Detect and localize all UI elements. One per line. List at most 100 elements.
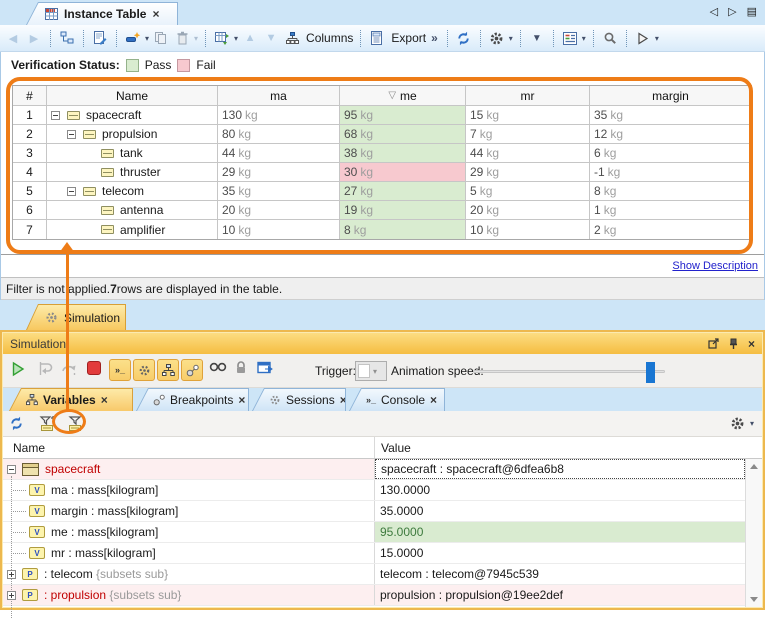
margin-cell[interactable]: 12kg	[590, 125, 751, 144]
mr-cell[interactable]: 44kg	[466, 144, 590, 163]
settings-caret-icon[interactable]: ▾	[750, 419, 754, 428]
row-name-cell[interactable]: spacecraft	[47, 106, 218, 125]
tab-breakpoints[interactable]: Breakpoints ×	[136, 388, 249, 411]
variable-row[interactable]: Vme : mass[kilogram] 95.0000	[3, 522, 745, 543]
tab-instance-table[interactable]: Instance Table ×	[26, 2, 178, 25]
header-ma[interactable]: ma	[218, 86, 340, 106]
tab-sessions[interactable]: Sessions ×	[252, 388, 346, 411]
ma-cell[interactable]: 130kg	[218, 106, 340, 125]
variables-toggle-button[interactable]	[157, 359, 179, 381]
console-toggle-button[interactable]: »_	[109, 359, 131, 381]
margin-cell[interactable]: 2kg	[590, 220, 751, 239]
scroll-tabs-left-icon[interactable]: ◁	[710, 5, 718, 18]
run-caret-icon[interactable]: ▾	[655, 34, 659, 43]
variable-row[interactable]: spacecraft spacecraft : spacecraft@6dfea…	[3, 459, 745, 480]
header-value[interactable]: Value	[375, 441, 762, 455]
variable-row[interactable]: Vmr : mass[kilogram] 15.0000	[3, 543, 745, 564]
ma-cell[interactable]: 35kg	[218, 182, 340, 201]
tab-variables[interactable]: Variables ×	[9, 388, 133, 411]
row-name-cell[interactable]: thruster	[47, 163, 218, 182]
ma-cell[interactable]: 44kg	[218, 144, 340, 163]
containment-tree-icon[interactable]	[58, 28, 76, 48]
row-name-cell[interactable]: tank	[47, 144, 218, 163]
variable-value[interactable]: telecom : telecom@7945c539	[375, 564, 745, 584]
slider-thumb[interactable]	[646, 362, 655, 383]
animation-speed-slider[interactable]	[473, 370, 665, 373]
header-mr[interactable]: mr	[466, 86, 590, 106]
pin-icon[interactable]	[729, 338, 738, 350]
table-row[interactable]: 5 telecom 35kg 27kg 5kg 8kg	[13, 182, 751, 201]
me-cell[interactable]: 19kg	[340, 201, 466, 220]
search-icon[interactable]	[601, 28, 619, 48]
header-num[interactable]: #	[13, 86, 47, 106]
close-icon[interactable]: ×	[238, 395, 245, 405]
breakpoints-toggle-button[interactable]	[181, 359, 203, 381]
variable-row[interactable]: P: propulsion {subsets sub} propulsion :…	[3, 585, 745, 606]
variable-value[interactable]: 95.0000	[375, 522, 745, 542]
mr-cell[interactable]: 7kg	[466, 125, 590, 144]
settings-gear-icon[interactable]	[730, 416, 745, 431]
ma-cell[interactable]: 10kg	[218, 220, 340, 239]
legend-icon[interactable]	[561, 28, 579, 48]
scroll-tabs-right-icon[interactable]: ▷	[728, 5, 736, 18]
header-name[interactable]: Name	[47, 86, 218, 106]
variable-value[interactable]: propulsion : propulsion@19ee2def	[375, 585, 745, 605]
me-cell[interactable]: 38kg	[340, 144, 466, 163]
row-name-cell[interactable]: antenna	[47, 201, 218, 220]
expand-icon[interactable]	[7, 591, 16, 600]
tab-console[interactable]: »_ Console ×	[349, 388, 445, 411]
step-over-icon[interactable]	[61, 361, 78, 376]
forward-icon[interactable]: ▶	[25, 28, 43, 48]
mr-cell[interactable]: 29kg	[466, 163, 590, 182]
collapse-icon[interactable]	[51, 111, 60, 120]
header-me[interactable]: ▽me	[340, 86, 466, 106]
step-into-icon[interactable]	[37, 361, 54, 376]
margin-cell[interactable]: 35kg	[590, 106, 751, 125]
row-name-cell[interactable]: amplifier	[47, 220, 218, 239]
refresh-icon[interactable]	[9, 416, 24, 431]
sort-indicator-icon[interactable]: ▽	[388, 90, 396, 101]
scroll-up-icon[interactable]	[750, 464, 758, 469]
toolbar-overflow-icon[interactable]: »	[431, 31, 438, 45]
variable-value[interactable]: 35.0000	[375, 501, 745, 521]
collapse-icon[interactable]	[67, 187, 76, 196]
me-cell[interactable]: 68kg	[340, 125, 466, 144]
columns-icon[interactable]	[283, 28, 301, 48]
legend-caret-icon[interactable]: ▾	[582, 34, 586, 43]
table-row[interactable]: 3 tank 44kg 38kg 44kg 6kg	[13, 144, 751, 163]
trigger-select[interactable]: ▾	[355, 361, 387, 381]
table-row[interactable]: 7 amplifier 10kg 8kg 10kg 2kg	[13, 220, 751, 239]
move-down-icon[interactable]: ▼	[262, 28, 280, 48]
table-options-caret-icon[interactable]: ▾	[234, 34, 238, 43]
table-row[interactable]: 2 propulsion 80kg 68kg 7kg 12kg	[13, 125, 751, 144]
scroll-down-icon[interactable]	[750, 597, 758, 602]
margin-cell[interactable]: 1kg	[590, 201, 751, 220]
me-cell[interactable]: 8kg	[340, 220, 466, 239]
close-icon[interactable]: ×	[748, 339, 755, 349]
table-row[interactable]: 1 spacecraft 130kg 95kg 15kg 35kg	[13, 106, 751, 125]
ma-cell[interactable]: 20kg	[218, 201, 340, 220]
filter-icon[interactable]: ▼	[528, 28, 546, 48]
delete-icon[interactable]	[173, 28, 191, 48]
run-validation-icon[interactable]	[634, 28, 652, 48]
options-caret-icon[interactable]: ▾	[509, 34, 513, 43]
export-button[interactable]: Export	[391, 31, 426, 45]
mr-cell[interactable]: 20kg	[466, 201, 590, 220]
variable-value[interactable]: 130.0000	[375, 480, 745, 500]
terminate-icon[interactable]	[87, 361, 101, 375]
refresh-icon[interactable]	[455, 28, 473, 48]
binoculars-icon[interactable]	[209, 361, 227, 373]
me-cell[interactable]: 95kg	[340, 106, 466, 125]
ma-cell[interactable]: 80kg	[218, 125, 340, 144]
header-margin[interactable]: margin	[590, 86, 751, 106]
close-icon[interactable]: ×	[340, 395, 347, 405]
create-instance-icon[interactable]	[124, 28, 142, 48]
header-name[interactable]: Name	[3, 437, 375, 458]
columns-button[interactable]: Columns	[306, 31, 353, 45]
lock-icon[interactable]	[235, 361, 247, 375]
variable-value[interactable]: spacecraft : spacecraft@6dfea6b8	[375, 459, 745, 479]
margin-cell[interactable]: 6kg	[590, 144, 751, 163]
move-up-icon[interactable]: ▲	[241, 28, 259, 48]
row-name-cell[interactable]: telecom	[47, 182, 218, 201]
options-gear-icon[interactable]	[488, 28, 506, 48]
